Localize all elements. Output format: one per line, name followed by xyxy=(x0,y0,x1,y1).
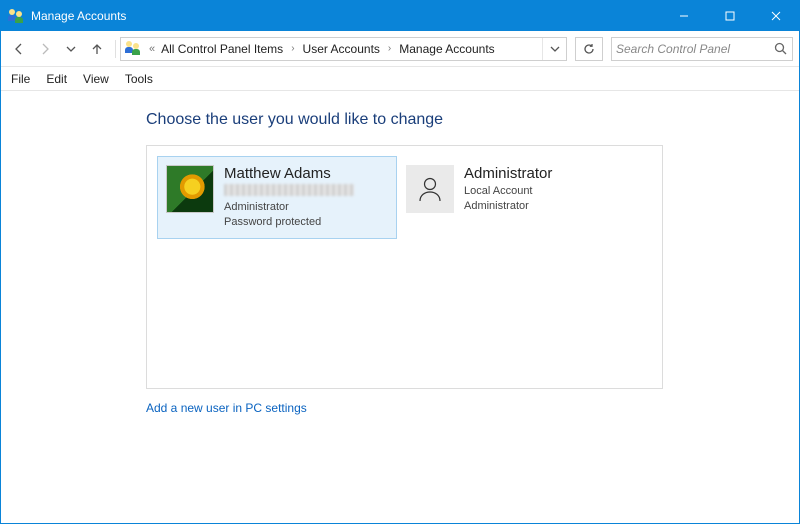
breadcrumb-item[interactable]: Manage Accounts xyxy=(397,40,496,58)
back-button[interactable] xyxy=(7,37,31,61)
avatar-image xyxy=(166,165,214,213)
account-email-redacted xyxy=(224,184,354,196)
account-card[interactable]: Administrator Local Account Administrato… xyxy=(397,156,637,223)
account-details: Matthew Adams Administrator Password pro… xyxy=(224,165,354,230)
address-dropdown-button[interactable] xyxy=(542,38,566,60)
account-role: Administrator xyxy=(224,200,354,215)
menu-edit[interactable]: Edit xyxy=(38,69,75,89)
breadcrumb-item[interactable]: All Control Panel Items xyxy=(159,40,285,58)
separator xyxy=(115,40,116,58)
account-card[interactable]: Matthew Adams Administrator Password pro… xyxy=(157,156,397,239)
search-input[interactable] xyxy=(616,42,773,56)
user-accounts-icon xyxy=(125,39,145,59)
maximize-button[interactable] xyxy=(707,1,753,31)
close-button[interactable] xyxy=(753,1,799,31)
user-accounts-icon xyxy=(9,8,25,24)
menu-file[interactable]: File xyxy=(3,69,38,89)
refresh-button[interactable] xyxy=(575,37,603,61)
page-heading: Choose the user you would like to change xyxy=(146,111,799,129)
avatar-placeholder xyxy=(406,165,454,213)
account-details: Administrator Local Account Administrato… xyxy=(464,165,552,214)
breadcrumb: « All Control Panel Items › User Account… xyxy=(147,40,542,58)
menu-tools[interactable]: Tools xyxy=(117,69,161,89)
account-role: Administrator xyxy=(464,199,552,214)
accounts-panel: Matthew Adams Administrator Password pro… xyxy=(146,145,663,389)
menu-view[interactable]: View xyxy=(75,69,117,89)
address-bar[interactable]: « All Control Panel Items › User Account… xyxy=(120,37,567,61)
breadcrumb-item[interactable]: User Accounts xyxy=(301,40,382,58)
search-box[interactable] xyxy=(611,37,793,61)
chevron-right-icon[interactable]: › xyxy=(388,43,391,54)
content-area: Choose the user you would like to change… xyxy=(1,91,799,415)
navigation-row: « All Control Panel Items › User Account… xyxy=(1,31,799,67)
account-name: Matthew Adams xyxy=(224,165,354,182)
menu-bar: File Edit View Tools xyxy=(1,67,799,91)
account-type: Local Account xyxy=(464,184,552,199)
recent-locations-button[interactable] xyxy=(59,37,83,61)
title-bar: Manage Accounts xyxy=(1,1,799,31)
account-name: Administrator xyxy=(464,165,552,182)
forward-button[interactable] xyxy=(33,37,57,61)
add-user-link[interactable]: Add a new user in PC settings xyxy=(146,401,307,415)
window-title: Manage Accounts xyxy=(31,9,126,23)
search-icon[interactable] xyxy=(773,42,788,55)
chevron-right-icon[interactable]: › xyxy=(291,43,294,54)
up-button[interactable] xyxy=(85,37,109,61)
account-password-status: Password protected xyxy=(224,215,354,230)
minimize-button[interactable] xyxy=(661,1,707,31)
person-icon xyxy=(415,174,445,204)
breadcrumb-overflow-icon[interactable]: « xyxy=(149,43,155,55)
